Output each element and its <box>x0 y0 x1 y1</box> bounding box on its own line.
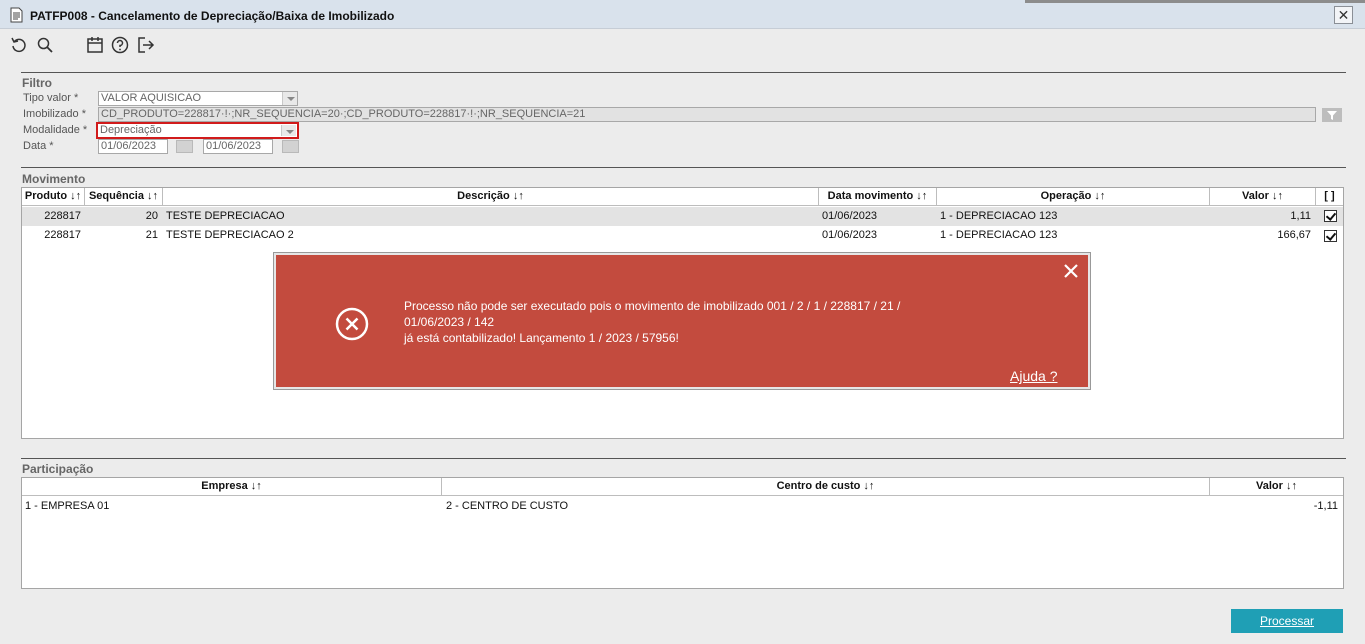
cell-produto: 228817 <box>44 210 81 222</box>
calendar-icon[interactable] <box>86 36 104 54</box>
undo-icon[interactable] <box>10 36 28 54</box>
table-row[interactable]: 228817 21 TESTE DEPRECIACAO 2 01/06/2023… <box>22 226 1343 245</box>
help-icon[interactable] <box>111 36 129 54</box>
row-checkbox[interactable] <box>1324 210 1337 222</box>
calendar-picker-icon[interactable] <box>176 140 193 153</box>
modalidade-select[interactable]: Depreciação <box>96 122 299 139</box>
imobilizado-field[interactable]: CD_PRODUTO=228817·!·;NR_SEQUENCIA=20·;CD… <box>98 107 1316 122</box>
tipo-valor-label: Tipo valor * <box>23 92 79 104</box>
cell-descricao: TESTE DEPRECIACAO 2 <box>166 229 294 241</box>
cell-sequencia: 20 <box>145 210 158 222</box>
cell-data: 01/06/2023 <box>822 229 878 241</box>
toolbar <box>0 30 1365 60</box>
col-valor[interactable]: Valor ↓↑ <box>1210 478 1343 496</box>
movimento-divider <box>21 167 1346 168</box>
cell-operacao: 1 - DEPRECIACAO 123 <box>940 210 1058 222</box>
cell-sequencia: 21 <box>145 229 158 241</box>
cell-centro-custo: 2 - CENTRO DE CUSTO <box>446 500 569 512</box>
imobilizado-label: Imobilizado * <box>23 108 86 120</box>
funnel-icon <box>1327 111 1337 120</box>
cell-operacao: 1 - DEPRECIACAO 123 <box>940 229 1058 241</box>
col-centro-custo[interactable]: Centro de custo ↓↑ <box>442 478 1210 496</box>
process-button[interactable]: Processar <box>1231 609 1343 633</box>
error-message-line: já está contabilizado! Lançamento 1 / 20… <box>404 331 679 345</box>
chevron-down-icon[interactable] <box>281 125 296 136</box>
titlebar-accent-line <box>1025 0 1365 3</box>
error-icon <box>335 307 369 341</box>
window-titlebar: PATFP008 - Cancelamento de Depreciação/B… <box>0 0 1365 29</box>
col-valor[interactable]: Valor ↓↑ <box>1210 188 1316 206</box>
data-to-input[interactable]: 01/06/2023 <box>203 139 273 154</box>
cell-valor: 166,67 <box>1277 229 1311 241</box>
error-message: Processo não pode ser executado pois o m… <box>404 298 1004 346</box>
calendar-picker-icon[interactable] <box>282 140 299 153</box>
search-icon[interactable] <box>36 36 54 54</box>
window-title: PATFP008 - Cancelamento de Depreciação/B… <box>30 9 395 23</box>
document-icon <box>10 7 23 23</box>
cell-valor: 1,11 <box>1290 210 1311 222</box>
filter-divider <box>21 72 1346 73</box>
cell-empresa: 1 - EMPRESA 01 <box>25 500 110 512</box>
col-produto[interactable]: Produto ↓↑ <box>22 188 85 206</box>
filter-button[interactable] <box>1322 108 1342 122</box>
help-link[interactable]: Ajuda ? <box>1010 368 1057 384</box>
exit-icon[interactable] <box>137 36 155 54</box>
data-label: Data * <box>23 140 54 152</box>
cell-valor: -1,11 <box>1313 500 1338 512</box>
col-sequencia[interactable]: Sequência ↓↑ <box>85 188 163 206</box>
table-row[interactable]: 228817 20 TESTE DEPRECIACAO 01/06/2023 1… <box>22 207 1343 226</box>
error-toast: Processo não pode ser executado pois o m… <box>273 252 1091 390</box>
modalidade-label: Modalidade * <box>23 124 88 136</box>
window-close-button[interactable]: ✕ <box>1334 6 1353 24</box>
col-operacao[interactable]: Operação ↓↑ <box>937 188 1210 206</box>
participacao-section-label: Participação <box>22 462 94 476</box>
movimento-section-label: Movimento <box>22 172 86 186</box>
cell-data: 01/06/2023 <box>822 210 878 222</box>
participacao-grid: Empresa ↓↑ Centro de custo ↓↑ Valor ↓↑ 1… <box>21 477 1344 589</box>
error-message-line: Processo não pode ser executado pois o m… <box>404 299 901 313</box>
col-empresa[interactable]: Empresa ↓↑ <box>22 478 442 496</box>
participacao-divider <box>21 458 1346 459</box>
col-descricao[interactable]: Descrição ↓↑ <box>163 188 819 206</box>
close-icon[interactable] <box>1063 263 1079 279</box>
cell-produto: 228817 <box>44 229 81 241</box>
chevron-down-icon[interactable] <box>282 92 297 105</box>
table-row[interactable]: 1 - EMPRESA 01 2 - CENTRO DE CUSTO -1,11 <box>22 497 1343 516</box>
filter-section-label: Filtro <box>22 76 52 90</box>
tipo-valor-select[interactable]: VALOR AQUISICAO <box>98 91 298 106</box>
data-from-input[interactable]: 01/06/2023 <box>98 139 168 154</box>
error-message-line: 01/06/2023 / 142 <box>404 315 495 329</box>
row-checkbox[interactable] <box>1324 230 1337 242</box>
col-data-movimento[interactable]: Data movimento ↓↑ <box>819 188 937 206</box>
cell-descricao: TESTE DEPRECIACAO <box>166 210 285 222</box>
col-select-all[interactable]: [ ] <box>1316 188 1343 206</box>
